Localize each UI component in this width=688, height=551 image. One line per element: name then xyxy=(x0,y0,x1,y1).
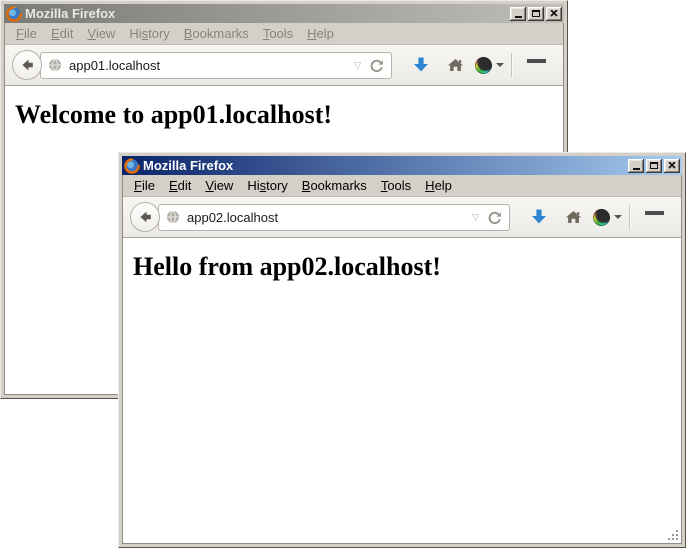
url-text: app02.localhost xyxy=(187,210,278,225)
download-button[interactable] xyxy=(404,50,438,80)
maximize-button[interactable] xyxy=(528,7,544,21)
close-button[interactable] xyxy=(664,159,680,173)
title-bar[interactable]: Mozilla Firefox xyxy=(4,4,564,23)
window-controls xyxy=(508,7,562,21)
title-bar[interactable]: Mozilla Firefox xyxy=(122,156,682,175)
menu-item-view[interactable]: View xyxy=(198,176,240,196)
home-icon xyxy=(565,209,582,225)
minimize-button[interactable] xyxy=(628,159,644,173)
back-icon xyxy=(19,57,35,73)
menu-item-bookmarks[interactable]: Bookmarks xyxy=(295,176,374,196)
hamburger-icon xyxy=(527,59,546,72)
url-text: app01.localhost xyxy=(69,58,160,73)
reload-icon[interactable] xyxy=(369,58,384,73)
menu-item-tools[interactable]: Tools xyxy=(374,176,418,196)
firefox-logo-icon xyxy=(6,6,22,22)
caret-down-icon xyxy=(614,215,622,219)
colorwheel-addon-icon xyxy=(593,209,610,226)
minimize-icon xyxy=(633,168,640,170)
firefox-window-app02: Mozilla Firefox FileEditViewHistoryBookm… xyxy=(118,152,686,548)
menu-item-tools[interactable]: Tools xyxy=(256,24,300,44)
home-icon xyxy=(447,57,464,73)
menu-item-history[interactable]: History xyxy=(240,176,294,196)
menu-item-edit[interactable]: Edit xyxy=(44,24,80,44)
back-button[interactable] xyxy=(12,50,42,80)
toolbar-separator xyxy=(629,205,630,229)
home-button[interactable] xyxy=(556,202,590,232)
menu-item-history[interactable]: History xyxy=(122,24,176,44)
resize-grip[interactable] xyxy=(667,529,680,542)
hamburger-icon xyxy=(645,211,664,224)
urlbar-dropdown-icon[interactable]: ▽ xyxy=(354,61,361,70)
addon-button[interactable] xyxy=(590,202,624,232)
window-client-area: FileEditViewHistoryBookmarksToolsHelp ap… xyxy=(122,175,682,544)
navigation-toolbar: app02.localhost ▽ xyxy=(123,197,681,238)
maximize-icon xyxy=(650,162,658,169)
desktop: Mozilla Firefox FileEditViewHistoryBookm… xyxy=(0,0,688,551)
maximize-icon xyxy=(532,10,540,17)
menu-item-help[interactable]: Help xyxy=(300,24,341,44)
toolbar-separator xyxy=(511,53,512,77)
menu-bar: FileEditViewHistoryBookmarksToolsHelp xyxy=(123,175,681,197)
close-button[interactable] xyxy=(546,7,562,21)
menu-item-file[interactable]: File xyxy=(9,24,44,44)
minimize-icon xyxy=(515,16,522,18)
menu-item-file[interactable]: File xyxy=(127,176,162,196)
maximize-button[interactable] xyxy=(646,159,662,173)
window-title: Mozilla Firefox xyxy=(25,6,115,21)
page-heading: Welcome to app01.localhost! xyxy=(15,100,563,130)
navigation-toolbar: app01.localhost ▽ xyxy=(5,45,563,86)
home-button[interactable] xyxy=(438,50,472,80)
close-icon xyxy=(550,10,558,17)
download-button[interactable] xyxy=(522,202,556,232)
back-button[interactable] xyxy=(130,202,160,232)
menu-button[interactable] xyxy=(519,50,553,80)
window-controls xyxy=(626,159,680,173)
window-title: Mozilla Firefox xyxy=(143,158,233,173)
close-icon xyxy=(668,162,676,169)
menu-button[interactable] xyxy=(637,202,671,232)
page-content: Hello from app02.localhost! xyxy=(123,238,681,543)
download-icon xyxy=(412,56,430,74)
addon-button[interactable] xyxy=(472,50,506,80)
download-icon xyxy=(530,208,548,226)
menu-item-bookmarks[interactable]: Bookmarks xyxy=(177,24,256,44)
globe-icon xyxy=(166,210,180,224)
menu-item-help[interactable]: Help xyxy=(418,176,459,196)
page-heading: Hello from app02.localhost! xyxy=(133,252,681,282)
colorwheel-addon-icon xyxy=(475,57,492,74)
reload-icon[interactable] xyxy=(487,210,502,225)
url-bar[interactable]: app01.localhost ▽ xyxy=(40,52,392,79)
menu-item-edit[interactable]: Edit xyxy=(162,176,198,196)
minimize-button[interactable] xyxy=(510,7,526,21)
menu-bar: FileEditViewHistoryBookmarksToolsHelp xyxy=(5,23,563,45)
url-bar[interactable]: app02.localhost ▽ xyxy=(158,204,510,231)
menu-item-view[interactable]: View xyxy=(80,24,122,44)
caret-down-icon xyxy=(496,63,504,67)
firefox-logo-icon xyxy=(124,158,140,174)
back-icon xyxy=(137,209,153,225)
globe-icon xyxy=(48,58,62,72)
urlbar-dropdown-icon[interactable]: ▽ xyxy=(472,213,479,222)
